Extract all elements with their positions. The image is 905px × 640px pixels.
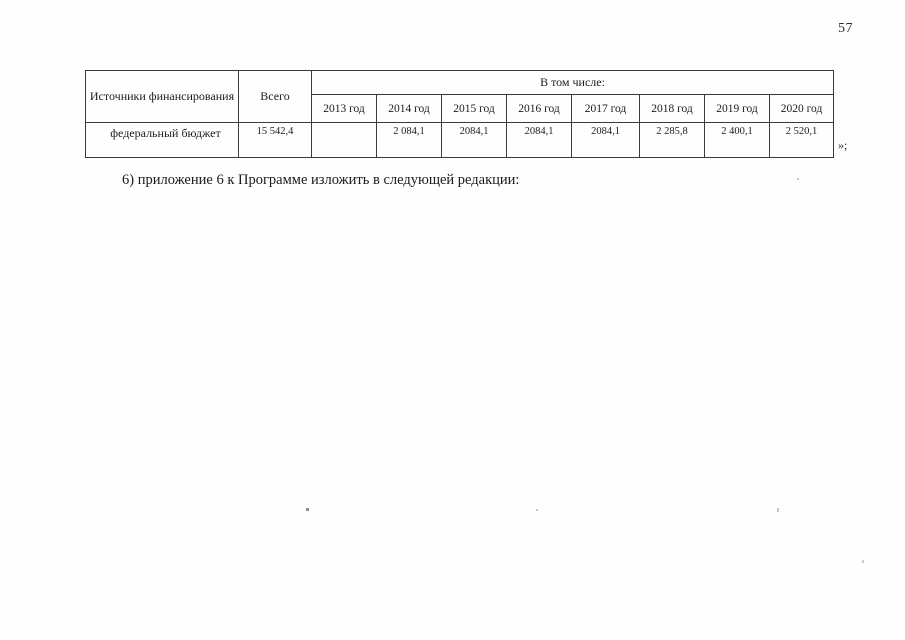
header-year-2020: 2020 год	[768, 94, 835, 123]
header-total: Всего	[238, 70, 312, 123]
header-year-2015: 2015 год	[441, 94, 507, 123]
scan-speck	[797, 178, 799, 180]
header-inclusive: В том числе:	[310, 70, 835, 95]
cell-2013	[311, 122, 377, 158]
header-year-2014: 2014 год	[376, 94, 442, 123]
header-year-2019: 2019 год	[704, 94, 770, 123]
header-year-2018: 2018 год	[639, 94, 705, 123]
cell-2018: 2 285,8	[639, 122, 705, 158]
scan-speck	[536, 509, 538, 511]
header-year-2013: 2013 год	[311, 94, 377, 123]
page-number: 57	[838, 21, 853, 36]
cell-2017: 2084,1	[571, 122, 640, 158]
table-row: федеральный бюджет 15 542,4 2 084,1 2084…	[85, 122, 835, 158]
table-header-row-top: Источники финансирования Всего В том чис…	[85, 70, 835, 123]
cell-2015: 2084,1	[441, 122, 507, 158]
header-sources: Источники финансирования	[85, 70, 239, 123]
financing-table: Источники финансирования Всего В том чис…	[85, 70, 835, 158]
body-paragraph: 6) приложение 6 к Программе изложить в с…	[122, 172, 520, 188]
header-year-2016: 2016 год	[506, 94, 572, 123]
document-page: 57 Источники финансирования Всего В том …	[0, 0, 905, 640]
cell-2020: 2 520,1	[768, 122, 835, 158]
cell-2019: 2 400,1	[704, 122, 770, 158]
cell-2016: 2084,1	[506, 122, 572, 158]
header-year-2017: 2017 год	[571, 94, 640, 123]
row-total-value: 15 542,4	[238, 122, 312, 158]
scan-speck	[306, 508, 309, 511]
scan-speck	[777, 508, 779, 512]
closing-quote-mark: »;	[838, 138, 848, 152]
row-label-federal-budget: федеральный бюджет	[85, 122, 239, 158]
scan-speck	[862, 560, 864, 563]
cell-2014: 2 084,1	[376, 122, 442, 158]
